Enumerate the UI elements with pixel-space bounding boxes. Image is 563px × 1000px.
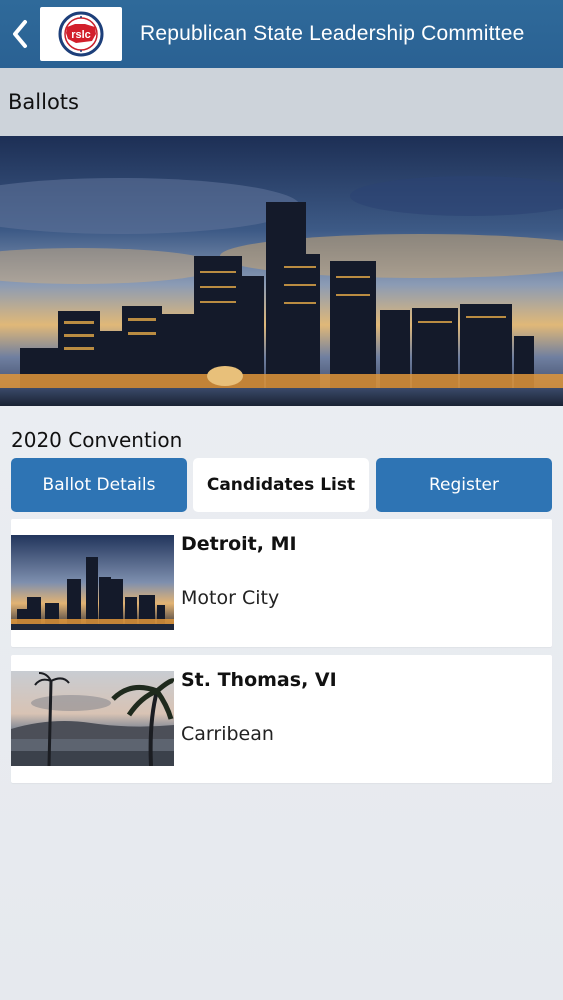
location-subtitle: Motor City: [181, 587, 280, 609]
detroit-thumbnail: [11, 535, 174, 630]
page-title: Ballots: [8, 90, 79, 114]
tab-register[interactable]: Register: [376, 458, 552, 512]
chevron-left-icon: [13, 20, 27, 48]
convention-title: 2020 Convention: [11, 428, 183, 452]
app-bar: rslc Republican State Leadership Committ…: [0, 0, 563, 68]
back-button[interactable]: [0, 0, 40, 68]
tab-bar: Ballot Details Candidates List Register: [11, 458, 552, 512]
rslc-logo: rslc: [40, 7, 122, 61]
logo-seal-icon: rslc: [58, 11, 104, 57]
location-name: St. Thomas, VI: [181, 669, 337, 691]
logo-text: rslc: [71, 29, 91, 41]
hero-image: [0, 136, 563, 406]
location-subtitle: Carribean: [181, 723, 274, 745]
tab-candidates-list[interactable]: Candidates List: [193, 458, 369, 512]
location-name: Detroit, MI: [181, 533, 297, 555]
st-thomas-thumbnail: [11, 671, 174, 766]
tab-ballot-details[interactable]: Ballot Details: [11, 458, 187, 512]
list-item[interactable]: St. Thomas, VI Carribean: [11, 655, 552, 783]
app-title: Republican State Leadership Committee: [140, 22, 525, 45]
section-header: Ballots: [0, 68, 563, 136]
list-item[interactable]: Detroit, MI Motor City: [11, 519, 552, 647]
